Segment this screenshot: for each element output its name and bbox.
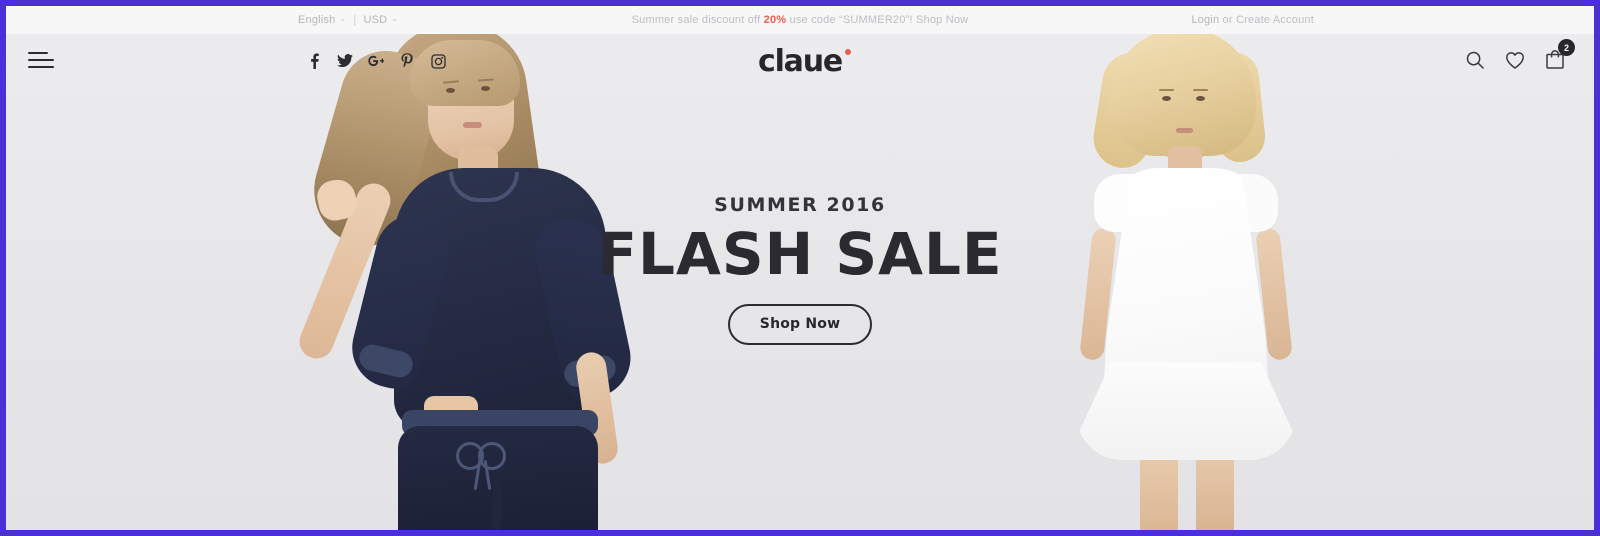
search-icon[interactable] [1464,48,1486,72]
pinterest-icon[interactable] [399,52,415,70]
cart-icon[interactable]: 2 [1544,39,1575,72]
create-account-link[interactable]: or Create Account [1223,14,1314,26]
browser-frame: English ⌄ | USD ⌄ Summer sale discount o… [0,0,1600,536]
cart-count-badge: 2 [1558,39,1575,56]
logo-wordmark: claue [757,44,843,79]
promo-message: Summer sale discount off 20% use code “S… [6,14,1594,26]
right-model-dress-flare [1076,362,1296,460]
logo-dot-icon [845,49,851,55]
site-header: claue 2 [6,34,1594,96]
top-utility-bar: English ⌄ | USD ⌄ Summer sale discount o… [6,6,1594,34]
hero-banner: SUMMER 2016 FLASH SALE Shop Now claue 2 [6,34,1594,530]
site-logo: claue [6,47,1594,77]
left-model-drawstring-bow [456,442,518,491]
header-action-icons: 2 [1464,39,1575,72]
hero-shop-now-button[interactable]: Shop Now [727,304,873,346]
twitter-icon[interactable] [337,52,353,70]
login-link[interactable]: Login [1191,14,1219,26]
left-model-lips [463,122,482,128]
drawstring-tail [483,459,492,491]
hero-title: FLASH SALE [597,220,1003,288]
hamburger-bar [28,59,54,61]
promo-prefix: Summer sale discount off [631,14,761,26]
hero-copy: SUMMER 2016 FLASH SALE Shop Now [6,194,1594,346]
wishlist-heart-icon[interactable] [1504,48,1526,72]
right-model-eye [1162,96,1171,101]
facebook-icon[interactable] [306,52,322,70]
hamburger-bar [28,66,54,68]
promo-shop-now-link[interactable]: Shop Now [916,14,968,26]
promo-middle: use code “SUMMER20”! [789,14,913,26]
right-model-lips [1176,128,1193,133]
account-links: Login or Create Account [1191,14,1314,26]
right-model-eye [1196,96,1205,101]
hero-eyebrow: SUMMER 2016 [714,194,886,216]
drawstring-tail [473,459,482,491]
google-plus-icon[interactable] [368,52,384,70]
logo-text[interactable]: claue [757,44,851,79]
hamburger-bar [28,52,48,54]
social-links [306,52,446,70]
promo-percent: 20% [763,14,787,26]
instagram-icon[interactable] [430,52,446,70]
hamburger-menu-icon[interactable] [28,52,54,70]
